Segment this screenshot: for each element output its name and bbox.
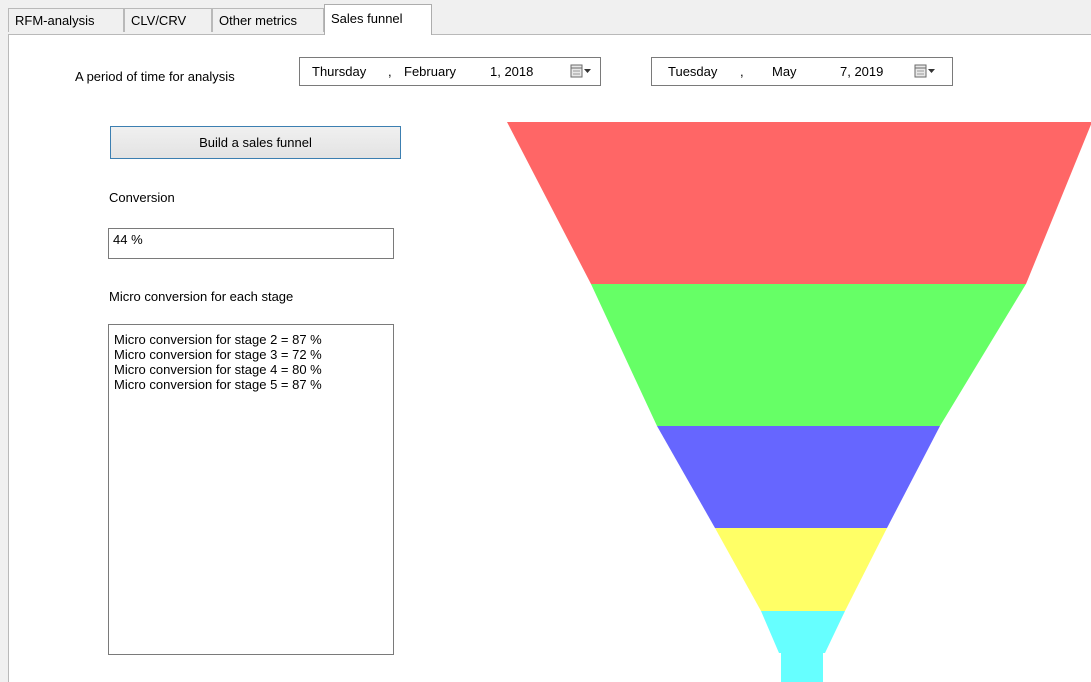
funnel-stage-4 [715, 528, 887, 611]
sales-funnel-panel: A period of time for analysis Thursday ,… [8, 34, 1091, 682]
tab-rfm-analysis[interactable]: RFM-analysis [8, 8, 124, 32]
funnel-stage-1 [507, 122, 1091, 284]
funnel-stage-2 [591, 284, 1026, 426]
funnel-stage-3 [657, 426, 940, 528]
sales-funnel-chart [507, 122, 1091, 682]
tab-strip: RFM-analysis CLV/CRV Other metrics Sales… [0, 0, 1091, 36]
tab-other-metrics[interactable]: Other metrics [212, 8, 324, 32]
tab-sales-funnel[interactable]: Sales funnel [324, 4, 432, 35]
tab-clv-crv[interactable]: CLV/CRV [124, 8, 212, 32]
funnel-stage-5 [761, 611, 845, 682]
